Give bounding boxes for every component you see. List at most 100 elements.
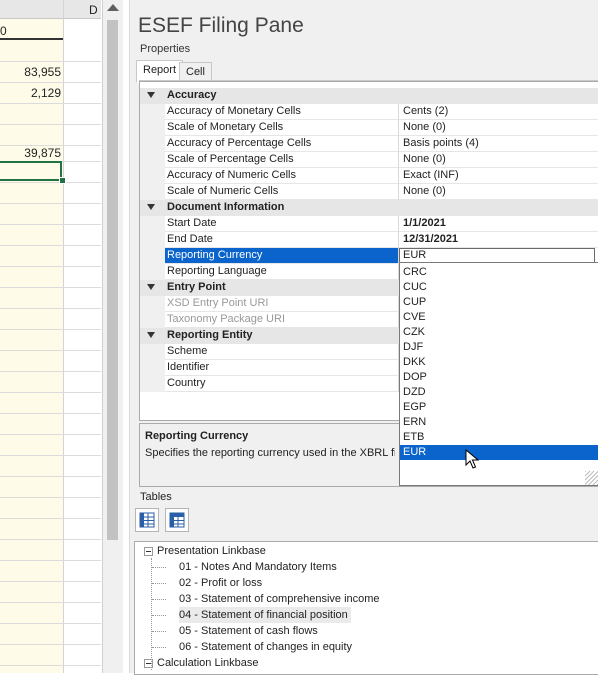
tree-connector [152, 599, 166, 600]
table-view-button[interactable] [135, 508, 159, 532]
cell-value[interactable]: 39,875 [1, 146, 61, 160]
collapse-icon[interactable] [147, 284, 155, 290]
property-row[interactable]: Accuracy of Percentage Cells Basis point… [140, 136, 598, 152]
pane-splitter[interactable] [123, 0, 130, 673]
row-indent [140, 120, 165, 136]
cell-partial[interactable]: 0 [0, 24, 7, 38]
currency-option[interactable]: EGP [400, 400, 598, 415]
row-indent [140, 168, 165, 184]
property-value[interactable]: Exact (INF) [399, 168, 598, 184]
currency-edit-field[interactable]: EUR [399, 248, 595, 263]
category-accuracy[interactable]: Accuracy [140, 88, 598, 104]
column-c[interactable] [0, 0, 63, 673]
tree-item-03[interactable]: 03 - Statement of comprehensive income [179, 591, 380, 607]
table-grid-icon [169, 512, 185, 528]
tab-cell[interactable]: Cell [179, 62, 212, 82]
active-cell[interactable] [0, 161, 62, 181]
property-label: Scheme [165, 344, 399, 360]
currency-option[interactable]: CRC [400, 265, 598, 280]
row-indent [140, 104, 165, 120]
column-header-c[interactable] [0, 0, 63, 19]
row-line [0, 103, 101, 104]
tree-connector [152, 583, 166, 584]
category-label: Document Information [167, 201, 285, 213]
collapse-box-icon[interactable] [144, 658, 153, 668]
currency-option[interactable]: DKK [400, 355, 598, 370]
column-header-d-label: D [89, 3, 98, 17]
properties-label: Properties [140, 43, 191, 55]
category-label: Accuracy [167, 89, 217, 101]
scroll-up-arrow-icon[interactable] [107, 4, 119, 11]
cell-value[interactable]: 83,955 [1, 65, 61, 79]
row-line [0, 602, 101, 603]
row-border [0, 38, 63, 40]
property-row[interactable]: Scale of Percentage Cells None (0) [140, 152, 598, 168]
row-indent [140, 136, 165, 152]
property-row[interactable]: Start Date 1/1/2021 [140, 216, 598, 232]
collapse-box-icon[interactable] [144, 546, 153, 556]
currency-option[interactable]: CZK [400, 325, 598, 340]
property-value[interactable]: None (0) [399, 184, 598, 200]
currency-option[interactable]: ERN [400, 415, 598, 430]
table-grid-button[interactable] [165, 508, 189, 532]
row-line [0, 434, 101, 435]
tree-item-01[interactable]: 01 - Notes And Mandatory Items [179, 559, 337, 575]
property-label: Identifier [165, 360, 399, 376]
tree-item-02[interactable]: 02 - Profit or loss [179, 575, 262, 591]
fill-handle[interactable] [59, 177, 66, 184]
resize-grip-icon[interactable] [585, 471, 598, 485]
currency-option[interactable]: CUP [400, 295, 598, 310]
property-label: Accuracy of Numeric Cells [165, 168, 399, 184]
row-line [0, 518, 101, 519]
category-label: Reporting Entity [167, 329, 253, 341]
tree-item-04[interactable]: 04 - Statement of financial position [179, 607, 351, 623]
row-indent [140, 296, 165, 312]
tree-node-presentation[interactable]: Presentation Linkbase [144, 543, 266, 559]
property-value[interactable]: 1/1/2021 [399, 216, 598, 232]
vertical-scrollbar[interactable] [102, 0, 124, 673]
category-document-information[interactable]: Document Information [140, 200, 598, 216]
property-label: Scale of Percentage Cells [165, 152, 399, 168]
collapse-icon[interactable] [147, 204, 155, 210]
cell-value[interactable]: 2,129 [1, 86, 61, 100]
property-row[interactable]: End Date 12/31/2021 [140, 232, 598, 248]
property-label: Accuracy of Percentage Cells [165, 136, 399, 152]
row-line [0, 623, 101, 624]
property-value[interactable]: None (0) [399, 152, 598, 168]
property-row[interactable]: Accuracy of Monetary Cells Cents (2) [140, 104, 598, 120]
currency-option[interactable]: DOP [400, 370, 598, 385]
currency-option-selected[interactable]: EUR [400, 445, 598, 460]
tables-tree: Presentation Linkbase 01 - Notes And Man… [134, 541, 598, 675]
row-line [0, 644, 101, 645]
tree-connector [152, 615, 166, 616]
property-row[interactable]: Accuracy of Numeric Cells Exact (INF) [140, 168, 598, 184]
property-value[interactable]: None (0) [399, 120, 598, 136]
property-value[interactable]: Cents (2) [399, 104, 598, 120]
property-label: Reporting Currency [165, 248, 399, 264]
currency-option[interactable]: ETB [400, 430, 598, 445]
property-value[interactable]: Basis points (4) [399, 136, 598, 152]
collapse-icon[interactable] [147, 332, 155, 338]
property-value[interactable]: 12/31/2021 [399, 232, 598, 248]
property-row[interactable]: Scale of Monetary Cells None (0) [140, 120, 598, 136]
currency-option[interactable]: CUC [400, 280, 598, 295]
category-label: Entry Point [167, 281, 226, 293]
currency-dropdown-list[interactable]: CRC CUC CUP CVE CZK DJF DKK DOP DZD EGP … [399, 262, 598, 486]
column-d[interactable] [64, 0, 101, 673]
currency-option[interactable]: CVE [400, 310, 598, 325]
collapse-icon[interactable] [147, 92, 155, 98]
tree-node-calculation[interactable]: Calculation Linkbase [144, 655, 259, 671]
tree-item-05[interactable]: 05 - Statement of cash flows [179, 623, 318, 639]
tree-item-06[interactable]: 06 - Statement of changes in equity [179, 639, 352, 655]
spreadsheet-area: D 0 83,955 2,129 39,875 [0, 0, 101, 673]
scrollbar-thumb[interactable] [107, 20, 118, 540]
row-indent [140, 376, 165, 392]
row-line [0, 371, 101, 372]
currency-option[interactable]: DJF [400, 340, 598, 355]
currency-option[interactable]: DZD [400, 385, 598, 400]
property-row[interactable]: Scale of Numeric Cells None (0) [140, 184, 598, 200]
row-line [0, 124, 101, 125]
row-indent [140, 264, 165, 280]
column-header-d[interactable]: D [64, 0, 101, 19]
row-indent [140, 232, 165, 248]
